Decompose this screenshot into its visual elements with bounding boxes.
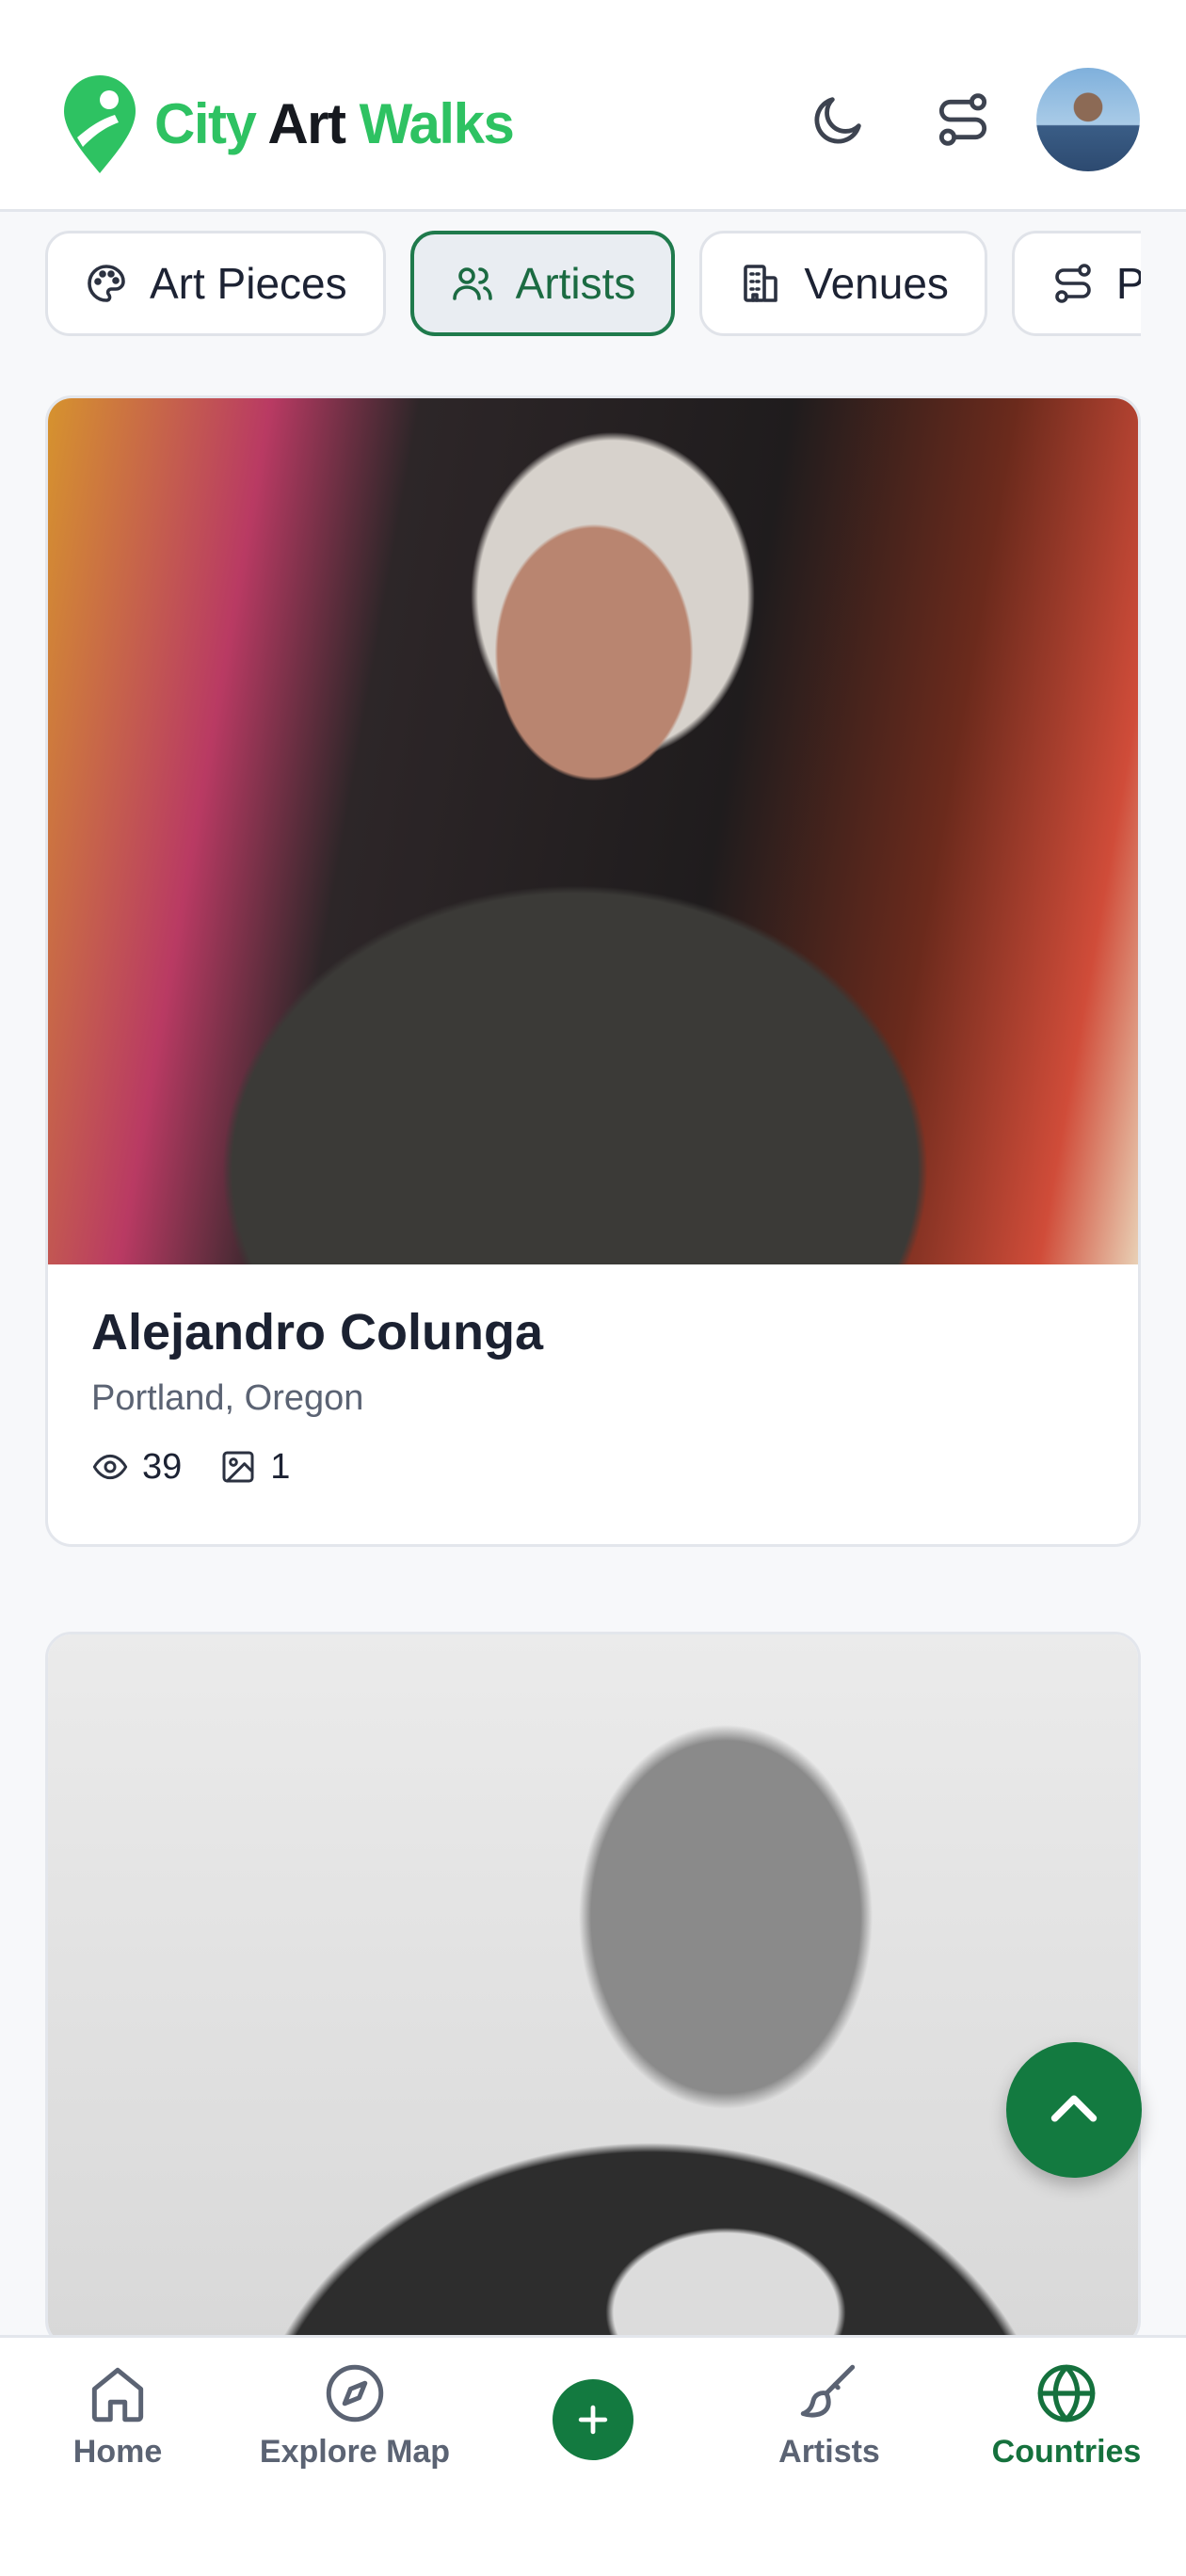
nav-home[interactable]: Home (9, 2359, 226, 2471)
nav-label: Explore Map (259, 2434, 451, 2470)
logo-word-city: City (154, 92, 257, 155)
route-icon (938, 93, 987, 146)
chevron-up-icon (1050, 2095, 1098, 2122)
home-icon (91, 2367, 144, 2423)
users-icon (452, 267, 492, 300)
brush-icon (800, 2364, 856, 2418)
bottom-navigation: Home Explore Map Artists Countries (0, 2335, 1186, 2576)
logo-word-walks: Walks (359, 92, 515, 155)
top-header: City Art Walks (0, 0, 1186, 212)
nav-label: Home (72, 2434, 163, 2470)
tab-venues[interactable]: Venues (699, 231, 987, 336)
tab-artists[interactable]: Artists (409, 231, 676, 336)
category-tabs: Art Pieces Artists Venues Paths (45, 231, 1141, 336)
artist-card[interactable]: Alejandro Colunga Portland, Oregon 39 1 (45, 395, 1141, 1547)
moon-icon (814, 97, 861, 144)
app-root: City Art Walks Art Pieces Artists Venues… (0, 0, 1186, 2576)
artist-name: Alejandro Colunga (91, 1304, 544, 1360)
tab-paths[interactable]: Paths (1011, 231, 1141, 336)
nav-artists[interactable]: Artists (721, 2359, 938, 2471)
eye-icon (92, 1455, 128, 1480)
tab-label: Artists (515, 259, 636, 308)
nav-explore-map[interactable]: Explore Map (247, 2359, 463, 2471)
artist-photo (48, 1634, 1138, 2344)
palette-icon (88, 265, 125, 302)
routes-button[interactable] (921, 77, 1005, 162)
scroll-to-top-button[interactable] (1006, 2042, 1142, 2178)
images-count: 1 (270, 1446, 291, 1487)
nav-label: Artists (778, 2434, 880, 2470)
artist-location: Portland, Oregon (91, 1377, 364, 1418)
tab-label: Paths (1115, 259, 1141, 308)
route-icon (1055, 264, 1091, 303)
artist-photo (48, 398, 1138, 1264)
artist-card-body: Alejandro Colunga Portland, Oregon 39 1 (48, 1264, 1138, 1488)
building-icon (744, 265, 778, 302)
nav-label: Countries (991, 2434, 1142, 2470)
nav-countries[interactable]: Countries (958, 2359, 1175, 2471)
artist-stats: 39 1 (91, 1447, 1095, 1488)
user-avatar[interactable] (1036, 68, 1140, 171)
image-icon (222, 1451, 254, 1483)
tab-art-pieces[interactable]: Art Pieces (45, 231, 386, 336)
globe-icon (1037, 2364, 1096, 2423)
artist-card[interactable] (45, 1632, 1141, 2347)
map-pin-logo-icon (64, 75, 136, 173)
logo-word-art: Art (267, 92, 346, 155)
views-count: 39 (142, 1446, 183, 1487)
tab-label: Venues (804, 259, 949, 308)
app-logo[interactable]: City Art Walks (60, 72, 515, 177)
app-title: City Art Walks (154, 96, 515, 153)
plus-icon (578, 2405, 608, 2435)
theme-toggle-button[interactable] (796, 77, 881, 162)
images-stat: 1 (219, 1447, 290, 1488)
compass-icon (326, 2364, 384, 2423)
views-stat: 39 (91, 1447, 182, 1488)
add-button[interactable] (553, 2379, 633, 2460)
tab-label: Art Pieces (150, 259, 347, 308)
